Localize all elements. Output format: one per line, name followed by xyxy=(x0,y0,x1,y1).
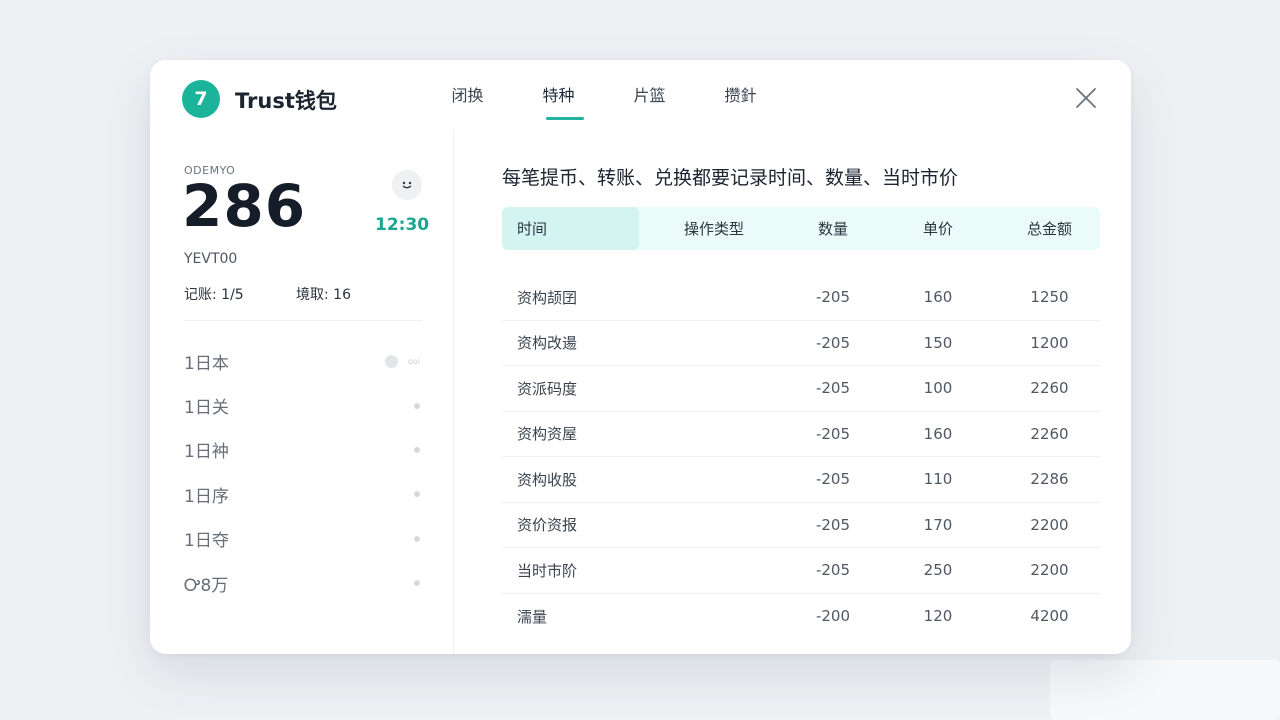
records-table: 时间 操作类型 数量 单价 总金额 资构颉囝 -205 160 1250 资构改… xyxy=(502,207,1100,639)
sidebar-item-label: 1日关 xyxy=(184,398,229,419)
cell-amount: -205 xyxy=(815,515,851,534)
sidebar-item[interactable]: 1日本 ooi xyxy=(184,339,424,383)
sidebar-item[interactable]: 1日序 xyxy=(184,472,424,516)
cell-price: 250 xyxy=(923,561,953,580)
column-header-amount[interactable]: 数量 xyxy=(789,218,877,239)
cell-time: 资构颉囝 xyxy=(517,288,578,307)
toggle-indicator[interactable]: ooi xyxy=(384,354,420,368)
table-row[interactable]: 资构收股 -205 110 2286 xyxy=(502,457,1100,503)
column-header-time[interactable]: 时间 xyxy=(502,218,639,239)
cell-price: 100 xyxy=(923,379,953,398)
table-row[interactable]: 资构资屋 -205 160 2260 xyxy=(502,412,1100,457)
cell-price: 120 xyxy=(923,607,953,626)
table-row[interactable]: 资价资报 -205 170 2200 xyxy=(502,503,1100,548)
page-title: 每笔提币、转账、兑换都要记录时间、数量、当时市价 xyxy=(502,167,959,189)
sidebar-item[interactable]: 1日夺 xyxy=(184,517,424,561)
toggle-knob xyxy=(384,354,398,368)
table-row[interactable]: 资派码度 -205 100 2260 xyxy=(502,366,1100,412)
sidebar-item[interactable]: Ꭴ8万 xyxy=(184,561,424,605)
cell-amount: -205 xyxy=(815,470,851,489)
table-header: 时间 操作类型 数量 单价 总金额 xyxy=(502,207,1100,250)
cell-amount: -205 xyxy=(815,288,851,307)
toggle-text: ooi xyxy=(407,356,420,366)
column-header-total[interactable]: 总金额 xyxy=(999,218,1100,239)
table-row[interactable]: 资构改逿 -205 150 1200 xyxy=(502,321,1100,366)
cell-total: 2200 xyxy=(1030,515,1069,534)
cell-time: 资构资屋 xyxy=(517,425,578,444)
dot-icon xyxy=(414,580,420,587)
dot-icon xyxy=(414,446,420,453)
face-icon[interactable] xyxy=(392,170,422,200)
cell-time: 濡量 xyxy=(517,607,548,626)
background-panel xyxy=(1050,660,1280,720)
table-body: 资构颉囝 -205 160 1250 资构改逿 -205 150 1200 资派… xyxy=(502,275,1100,639)
cell-price: 170 xyxy=(923,515,953,534)
fetch-stat: 境取: 16 xyxy=(296,287,351,303)
column-header-price[interactable]: 单价 xyxy=(877,218,999,239)
cell-time: 资派码度 xyxy=(517,379,578,398)
cell-amount: -205 xyxy=(815,333,851,352)
column-header-type[interactable]: 操作类型 xyxy=(639,218,789,239)
balance-subtitle: YEVT00 xyxy=(184,251,238,267)
wallet-window: 7 Trust钱包 闭换 特种 片篮 攒針 ODEMYO 286 12:30 Y… xyxy=(150,60,1131,654)
tab-2-active[interactable]: 特种 xyxy=(513,60,604,130)
sidebar-item-label: 1日夺 xyxy=(184,531,229,552)
sidebar-item[interactable]: 1日关 xyxy=(184,383,424,427)
table-row[interactable]: 资构颉囝 -205 160 1250 xyxy=(502,275,1100,321)
sidebar-item-label: Ꭴ8万 xyxy=(184,575,229,596)
cell-price: 160 xyxy=(923,288,953,307)
table-row[interactable]: 濡量 -200 120 4200 xyxy=(502,594,1100,640)
tab-bar: 闭换 特种 片篮 攒針 xyxy=(422,60,786,130)
cell-total: 2260 xyxy=(1030,424,1069,443)
sidebar-item[interactable]: 1日衶 xyxy=(184,428,424,472)
cell-total: 2260 xyxy=(1030,379,1069,398)
window-header: 7 Trust钱包 闭换 特种 片篮 攒針 xyxy=(150,60,1131,130)
app-logo: 7 xyxy=(182,80,220,118)
sidebar-divider xyxy=(184,320,422,321)
close-icon[interactable] xyxy=(1074,86,1098,110)
dot-icon xyxy=(414,402,420,409)
cell-amount: -205 xyxy=(815,561,851,580)
tab-1[interactable]: 闭换 xyxy=(422,60,513,130)
cell-amount: -205 xyxy=(815,379,851,398)
balance-value: 286 xyxy=(182,172,307,240)
cell-amount: -205 xyxy=(815,424,851,443)
cell-total: 2200 xyxy=(1030,561,1069,580)
cell-total: 1250 xyxy=(1030,288,1069,307)
cell-price: 150 xyxy=(923,333,953,352)
app-title: Trust钱包 xyxy=(235,89,337,113)
cell-total: 1200 xyxy=(1030,333,1069,352)
cell-time: 资构收股 xyxy=(517,470,578,489)
time-label: 12:30 xyxy=(375,215,430,235)
sidebar-list: 1日本 ooi 1日关 1日衶 1日序 1日夺 Ꭴ8万 xyxy=(184,339,424,605)
tab-3[interactable]: 片篮 xyxy=(604,60,695,130)
dot-icon xyxy=(414,535,420,542)
sidebar-item-label: 1日衶 xyxy=(184,442,229,463)
table-row[interactable]: 当时市阶 -205 250 2200 xyxy=(502,548,1100,594)
cell-time: 资构改逿 xyxy=(517,334,578,353)
cell-amount: -200 xyxy=(815,607,851,626)
sidebar-item-label: 1日序 xyxy=(184,486,229,507)
cell-total: 4200 xyxy=(1030,607,1069,626)
sidebar: ODEMYO 286 12:30 YEVT00 记账: 1/5 境取: 16 1… xyxy=(150,130,454,654)
cell-total: 2286 xyxy=(1030,470,1069,489)
main-panel: 每笔提币、转账、兑换都要记录时间、数量、当时市价 时间 操作类型 数量 单价 总… xyxy=(455,130,1131,654)
cell-price: 160 xyxy=(923,424,953,443)
cell-time: 资价资报 xyxy=(517,516,578,535)
dot-icon xyxy=(414,491,420,498)
cell-price: 110 xyxy=(923,470,953,489)
sidebar-item-label: 1日本 xyxy=(184,353,229,374)
cell-time: 当时市阶 xyxy=(517,561,578,580)
record-stat: 记账: 1/5 xyxy=(184,287,244,303)
tab-4[interactable]: 攒針 xyxy=(695,60,786,130)
